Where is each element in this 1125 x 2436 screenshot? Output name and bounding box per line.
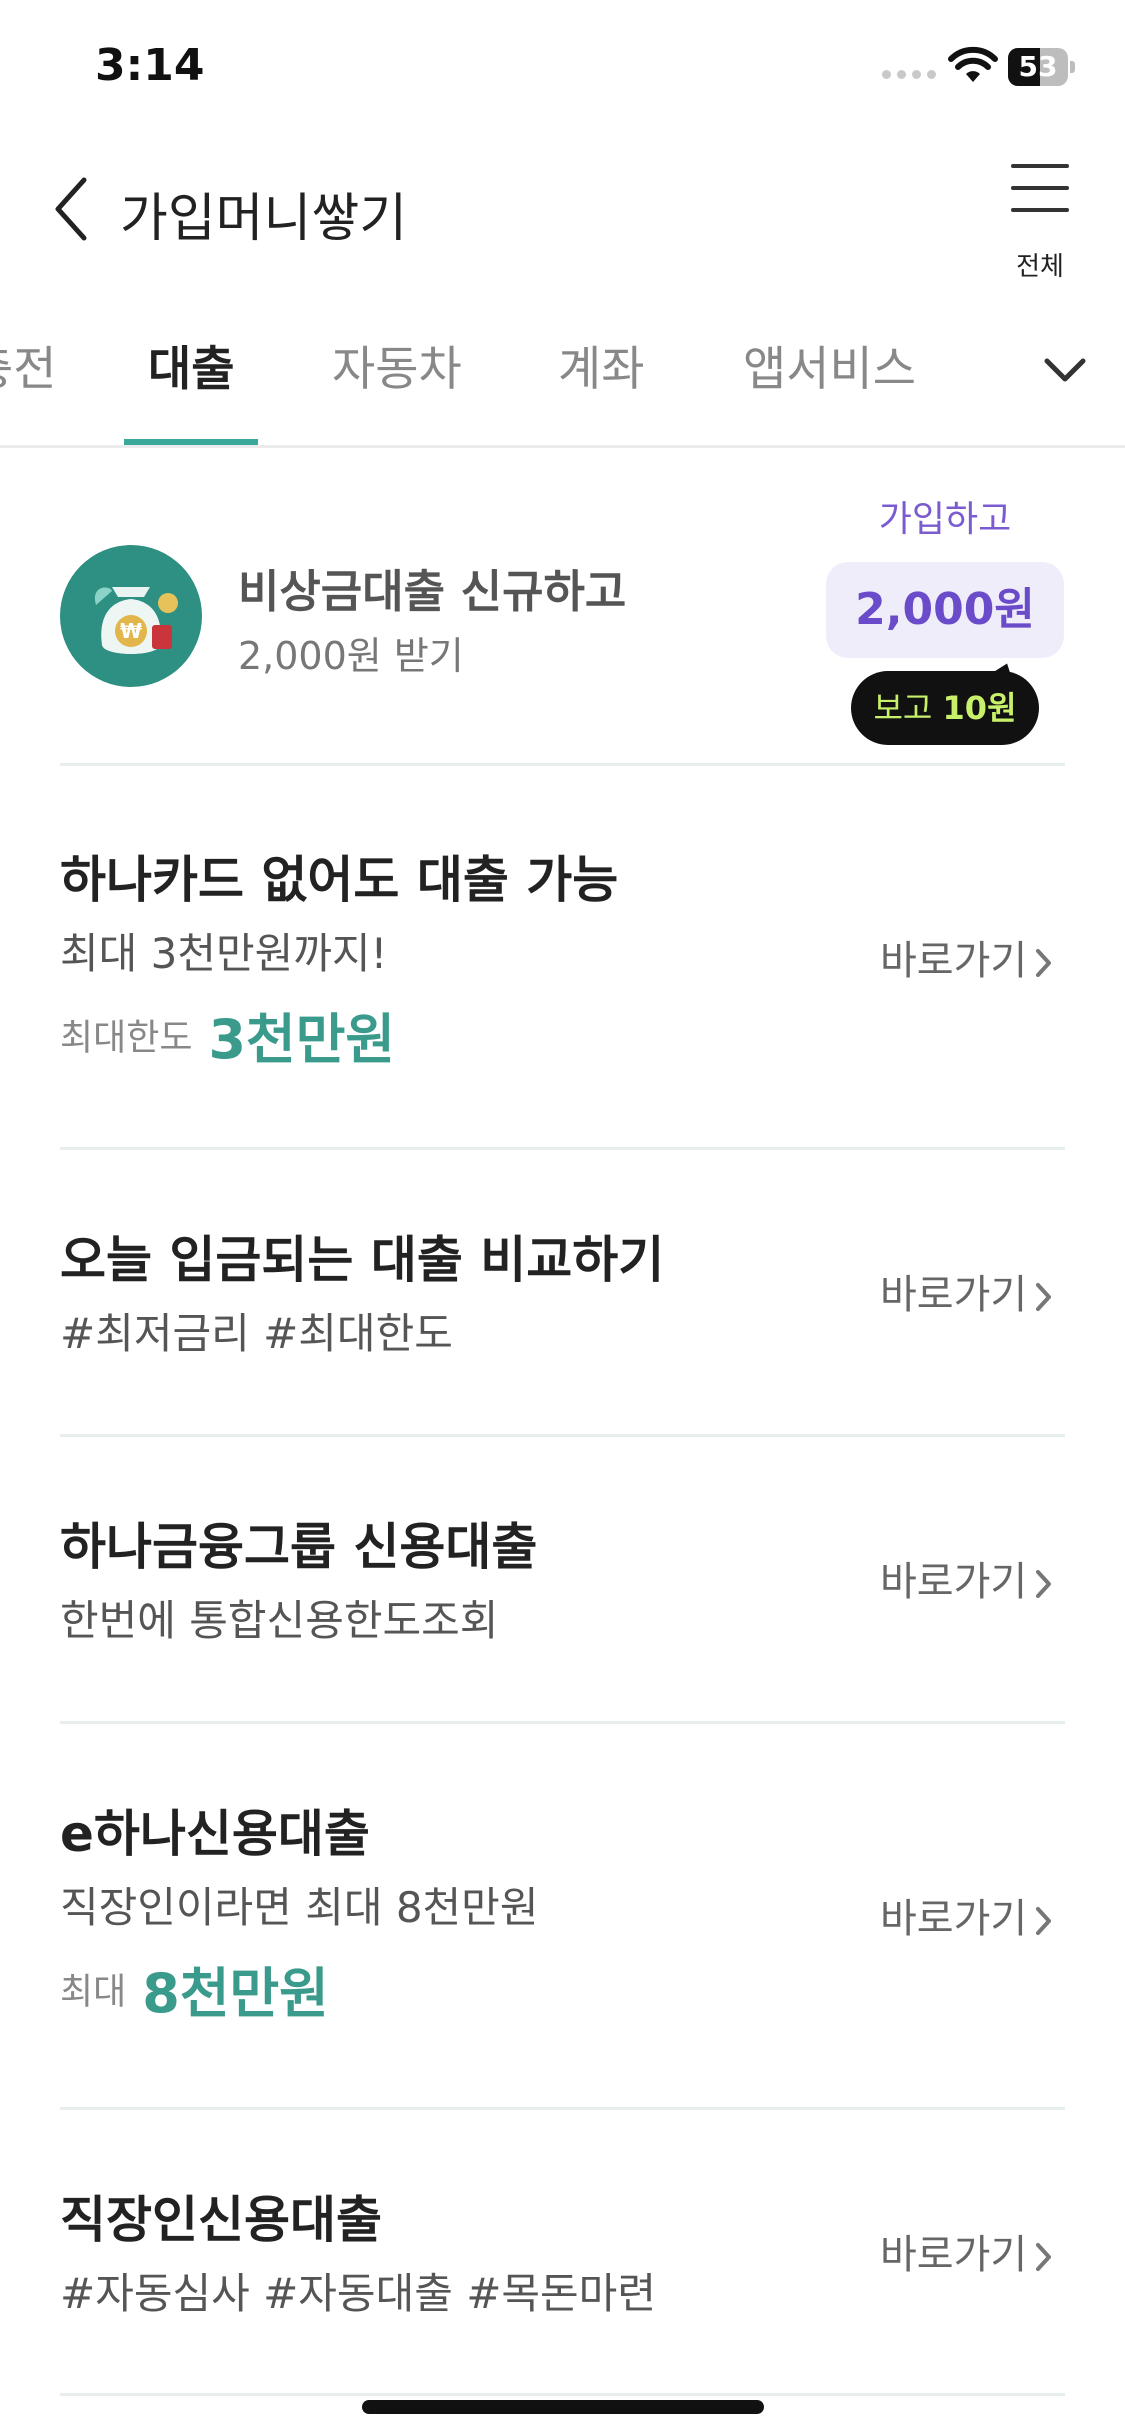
go-label: 바로가기 — [880, 1896, 1028, 1942]
item-title: 오늘 입금되는 대출 비교하기 — [60, 1231, 665, 1289]
go-button[interactable]: 바로가기 — [880, 1262, 1053, 1320]
chevron-down-icon[interactable] — [1043, 355, 1087, 385]
promo-banner[interactable]: ₩ 비상금대출 신규하고 2,000원 받기 가입하고 2,000원 보고 10… — [0, 445, 1125, 765]
go-label: 바로가기 — [880, 2232, 1028, 2278]
go-label: 바로가기 — [880, 1559, 1028, 1605]
nav-header: 가입머니쌓기 전체 — [0, 140, 1125, 282]
bubble-amount: 10원 — [942, 689, 1017, 727]
category-tabs: 충전 대출 자동차 계좌 앱서비스 — [0, 300, 1125, 448]
menu-button[interactable]: 전체 — [1010, 164, 1070, 282]
go-button[interactable]: 바로가기 — [880, 928, 1053, 986]
tab-charge[interactable]: 충전 — [0, 330, 56, 399]
item-subtitle: 직장인이라면 최대 8천만원 — [60, 1883, 539, 1932]
item-title: e하나신용대출 — [60, 1805, 370, 1863]
item-subtitle: #최저금리 #최대한도 — [60, 1309, 453, 1358]
money-bag-icon: ₩ — [60, 545, 202, 687]
item-limit: 최대한도 3천만원 — [60, 995, 395, 1074]
chevron-right-icon — [1036, 949, 1052, 977]
status-bar: 3:14 53 — [0, 0, 1125, 140]
battery-level: 53 — [1018, 50, 1058, 83]
bonus-bubble: 보고 10원 — [851, 671, 1039, 745]
go-button[interactable]: 바로가기 — [880, 2222, 1053, 2280]
reward-amount-badge[interactable]: 2,000원 — [826, 562, 1064, 658]
chevron-right-icon — [1036, 2243, 1052, 2271]
tab-app-service[interactable]: 앱서비스 — [743, 330, 916, 399]
home-indicator[interactable] — [362, 2400, 764, 2414]
chevron-right-icon — [1036, 1570, 1052, 1598]
divider — [60, 2393, 1065, 2396]
page-title: 가입머니쌓기 — [120, 189, 408, 249]
bubble-prefix: 보고 — [873, 689, 933, 727]
limit-value: 8천만원 — [142, 1962, 329, 2025]
reward-label: 가입하고 — [878, 499, 1012, 540]
chevron-right-icon — [1036, 1283, 1052, 1311]
item-subtitle: #자동심사 #자동대출 #목돈마련 — [60, 2269, 656, 2318]
svg-text:₩: ₩ — [120, 619, 142, 643]
item-title: 하나카드 없어도 대출 가능 — [60, 851, 619, 909]
limit-label: 최대 — [60, 1971, 127, 2013]
go-button[interactable]: 바로가기 — [880, 1549, 1053, 1607]
promo-subtitle: 2,000원 받기 — [238, 634, 464, 678]
hamburger-icon — [1011, 164, 1069, 168]
battery-icon: 53 — [1008, 48, 1076, 86]
go-label: 바로가기 — [880, 938, 1028, 984]
item-title: 직장인신용대출 — [60, 2191, 382, 2249]
cellular-signal-icon — [882, 70, 936, 79]
limit-label: 최대한도 — [60, 1017, 193, 1059]
list-item[interactable]: 하나금융그룹 신용대출 한번에 통합신용한도조회 바로가기 — [0, 1437, 1125, 1722]
list-item[interactable]: 하나카드 없어도 대출 가능 최대 3천만원까지! 최대한도 3천만원 바로가기 — [0, 765, 1125, 1148]
list-item[interactable]: 오늘 입금되는 대출 비교하기 #최저금리 #최대한도 바로가기 — [0, 1150, 1125, 1435]
promo-title: 비상금대출 신규하고 — [238, 565, 627, 618]
tab-account[interactable]: 계좌 — [558, 330, 644, 399]
go-button[interactable]: 바로가기 — [880, 1886, 1053, 1944]
item-subtitle: 한번에 통합신용한도조회 — [60, 1596, 499, 1645]
limit-value: 3천만원 — [208, 1008, 396, 1071]
tab-loan[interactable]: 대출 — [148, 330, 234, 399]
item-subtitle: 최대 3천만원까지! — [60, 929, 388, 978]
tab-car[interactable]: 자동차 — [332, 330, 462, 399]
wifi-icon — [948, 46, 998, 82]
item-limit: 최대 8천만원 — [60, 1949, 329, 2028]
item-title: 하나금융그룹 신용대출 — [60, 1518, 538, 1576]
list-item[interactable]: e하나신용대출 직장인이라면 최대 8천만원 최대 8천만원 바로가기 — [0, 1724, 1125, 2108]
list-item[interactable]: 직장인신용대출 #자동심사 #자동대출 #목돈마련 바로가기 — [0, 2110, 1125, 2396]
back-arrow-icon[interactable] — [50, 174, 92, 244]
chevron-right-icon — [1036, 1907, 1052, 1935]
go-label: 바로가기 — [880, 1272, 1028, 1318]
status-time: 3:14 — [95, 40, 205, 91]
menu-label: 전체 — [1016, 252, 1064, 282]
